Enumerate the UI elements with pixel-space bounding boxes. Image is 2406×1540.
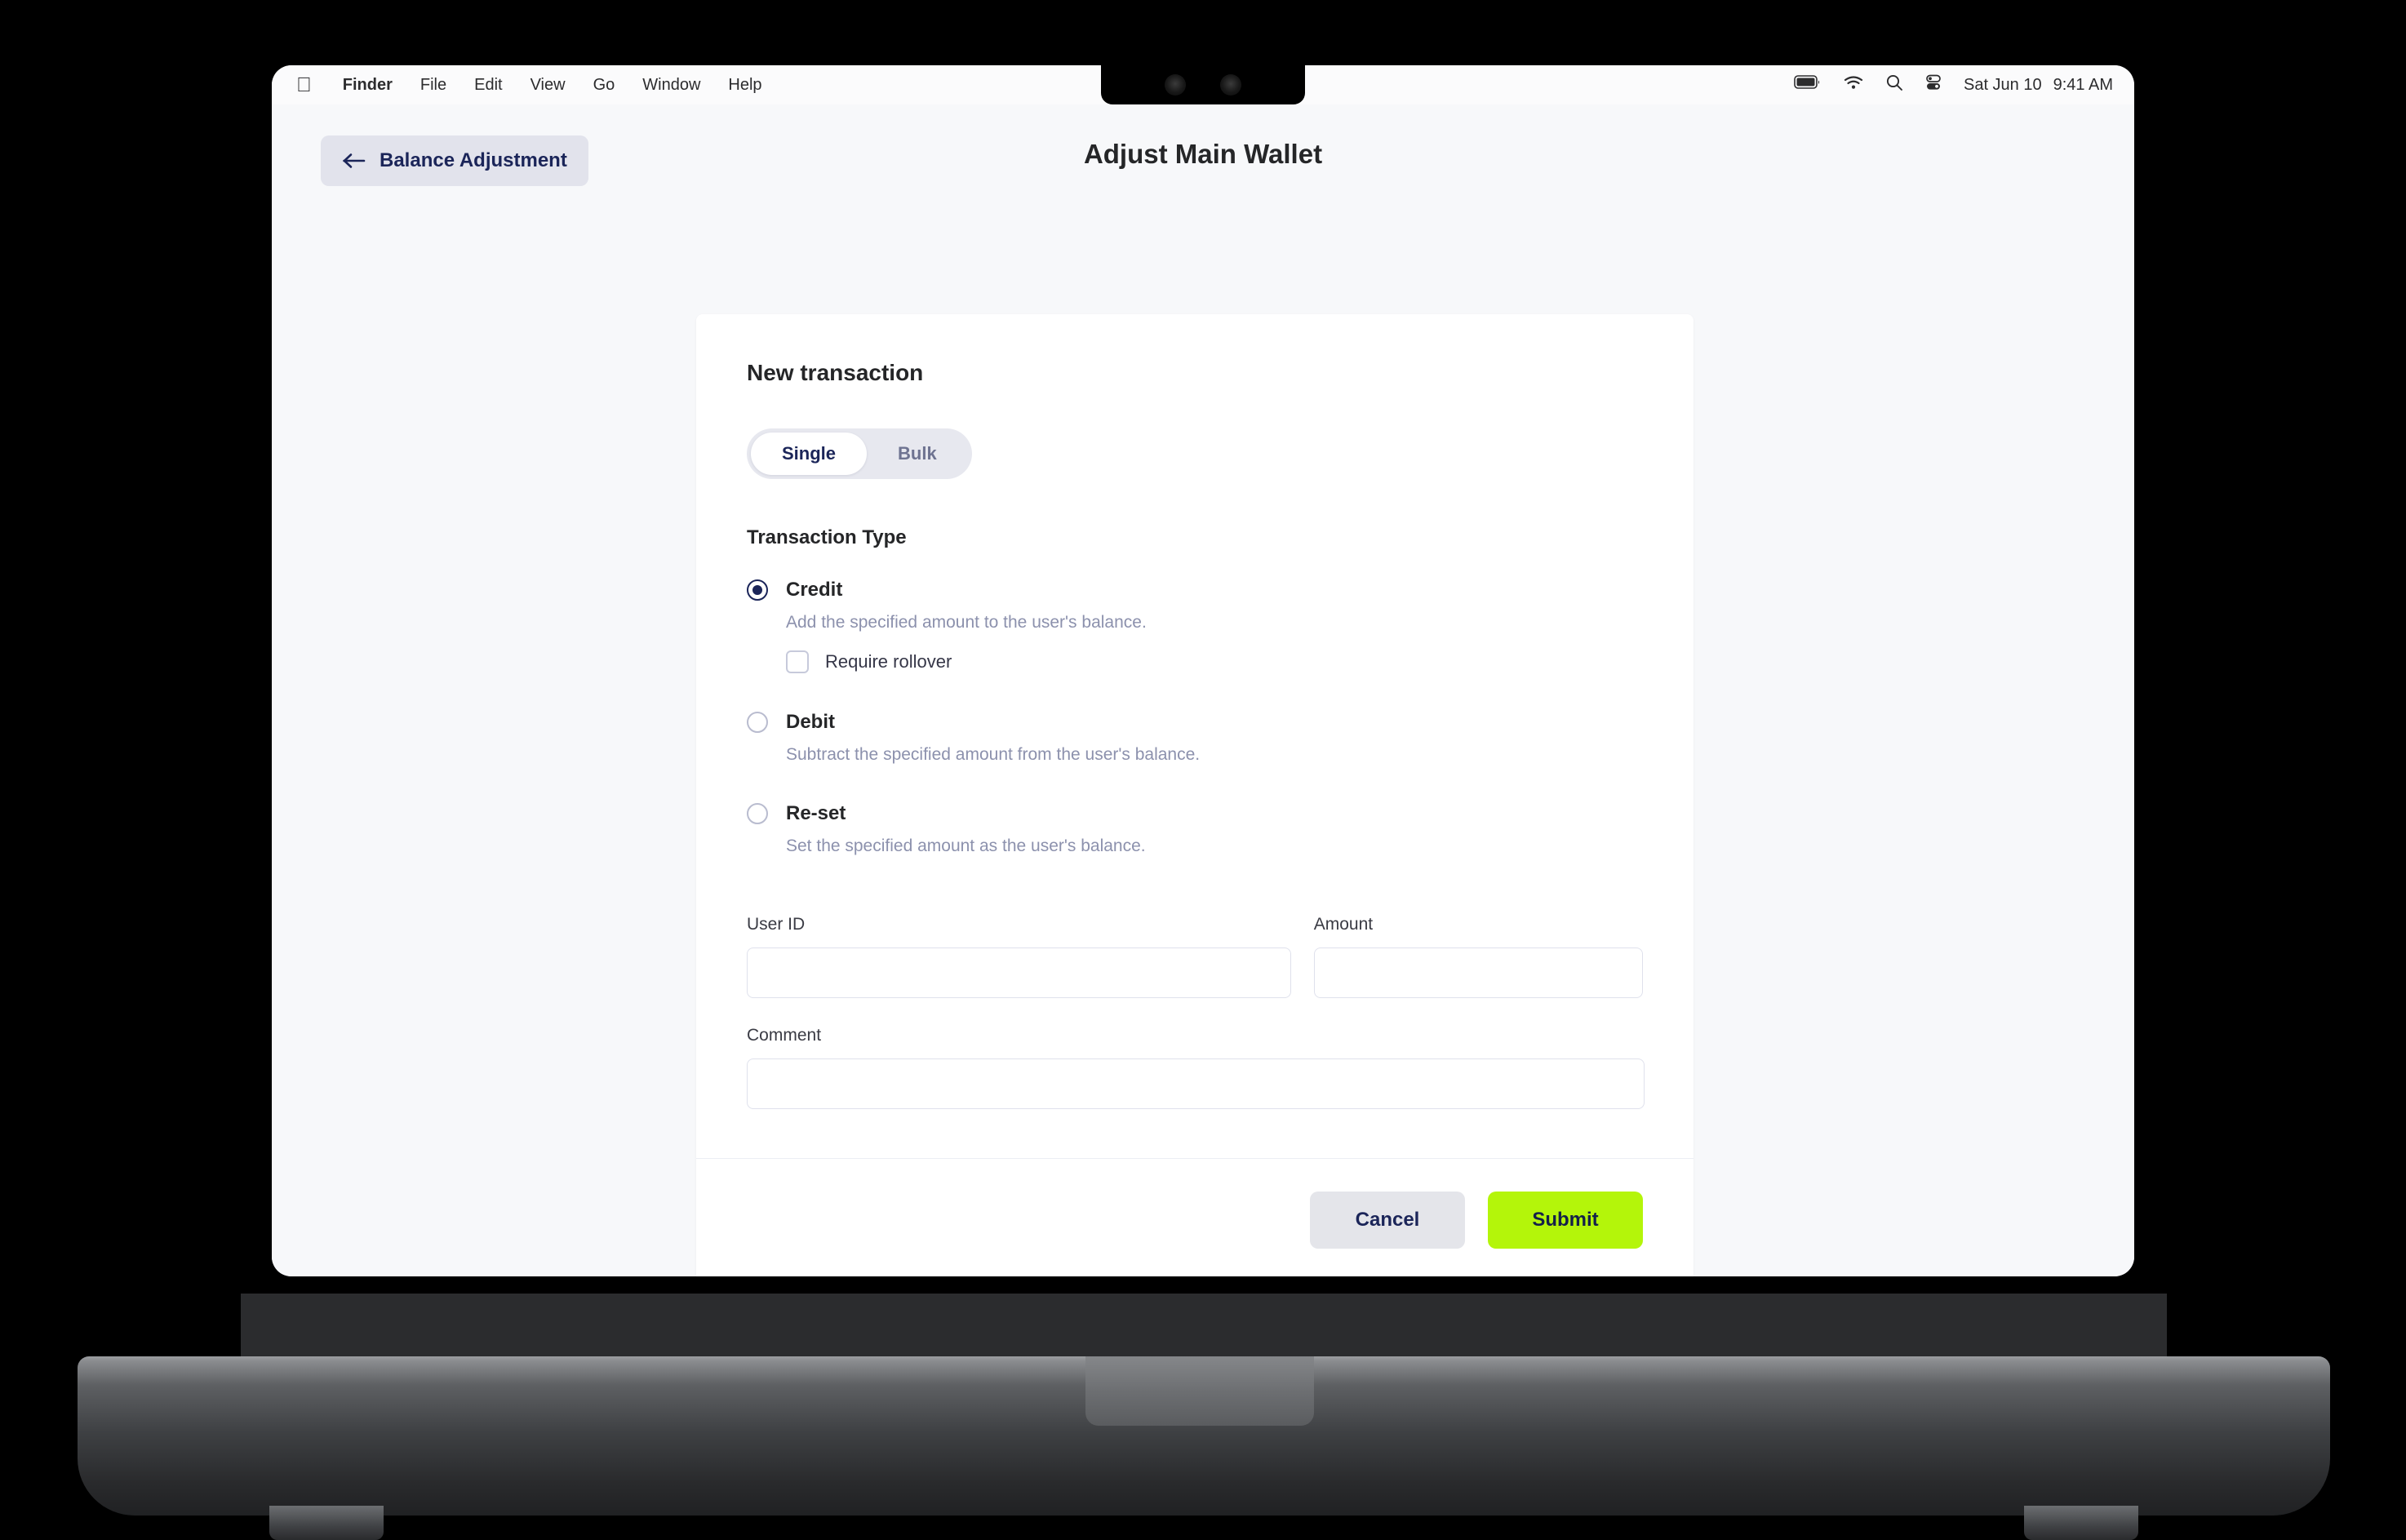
field-comment: Comment <box>747 1026 1645 1109</box>
sensor-icon <box>1220 74 1241 95</box>
new-transaction-card: New transaction Single Bulk Transaction … <box>696 314 1694 1276</box>
mode-segmented-control[interactable]: Single Bulk <box>747 428 972 479</box>
search-icon[interactable] <box>1885 73 1903 96</box>
menu-item-edit[interactable]: Edit <box>474 76 502 95</box>
radio-label-reset: Re-set <box>786 802 846 824</box>
field-amount: Amount <box>1313 915 1643 998</box>
radio-option-reset[interactable]: Re-set Set the specified amount as the u… <box>747 802 1643 856</box>
menu-item-file[interactable]: File <box>420 76 446 95</box>
tab-single[interactable]: Single <box>751 433 868 475</box>
comment-label: Comment <box>747 1026 822 1045</box>
radio-label-debit: Debit <box>786 711 835 733</box>
menu-item-view[interactable]: View <box>530 76 566 95</box>
apple-logo-icon[interactable]:  <box>296 74 312 95</box>
user-id-input[interactable] <box>747 948 1291 998</box>
require-rollover-label: Require rollover <box>825 651 952 672</box>
card-title: New transaction <box>747 360 924 385</box>
submit-button[interactable]: Submit <box>1488 1192 1643 1249</box>
user-id-label: User ID <box>747 915 806 934</box>
laptop-foot-right <box>2024 1506 2138 1540</box>
laptop-display:  Finder File Edit View Go Window Help <box>272 65 2134 1276</box>
laptop-camera-notch <box>1101 65 1305 104</box>
radio-row-credit[interactable]: Credit <box>747 579 1643 601</box>
laptop-foot-left <box>269 1506 384 1540</box>
wifi-icon[interactable] <box>1843 74 1864 95</box>
laptop-mockup:  Finder File Edit View Go Window Help <box>0 0 2406 1540</box>
radio-credit[interactable] <box>747 579 768 601</box>
card-body: New transaction Single Bulk Transaction … <box>696 314 1694 1158</box>
transaction-type-label: Transaction Type <box>747 526 907 548</box>
menu-bar-date: Sat Jun 10 <box>1963 75 2042 94</box>
page-title: Adjust Main Wallet <box>1083 139 1323 169</box>
comment-input[interactable] <box>747 1058 1645 1109</box>
radio-row-debit[interactable]: Debit <box>747 711 1643 734</box>
menu-item-finder[interactable]: Finder <box>343 76 393 95</box>
radio-description-reset: Set the specified amount as the user's b… <box>786 837 1146 855</box>
camera-icon <box>1165 74 1186 95</box>
require-rollover-checkbox-row[interactable]: Require rollover <box>786 650 1643 673</box>
radio-reset[interactable] <box>747 803 768 824</box>
control-center-icon[interactable] <box>1924 73 1942 96</box>
fields-area: User ID Amount Comment <box>747 915 1645 1109</box>
amount-label: Amount <box>1313 915 1374 934</box>
radio-debit[interactable] <box>747 712 768 733</box>
card-footer: Cancel Submit <box>696 1158 1694 1276</box>
menu-bar-left-group:  Finder File Edit View Go Window Help <box>296 74 762 95</box>
page-header: Balance Adjustment Adjust Main Wallet <box>272 104 2134 211</box>
fields-row: User ID Amount <box>747 915 1643 998</box>
transaction-type-radio-group: Credit Add the specified amount to the u… <box>747 579 1643 856</box>
battery-icon[interactable] <box>1794 74 1822 95</box>
menu-bar-time: 9:41 AM <box>2053 75 2113 94</box>
radio-description-debit: Subtract the specified amount from the u… <box>786 745 1201 764</box>
radio-row-reset[interactable]: Re-set <box>747 802 1643 825</box>
laptop-base-notch <box>1085 1356 1314 1426</box>
menu-item-window[interactable]: Window <box>642 76 700 95</box>
radio-option-debit[interactable]: Debit Subtract the specified amount from… <box>747 711 1643 765</box>
radio-description-credit: Add the specified amount to the user's b… <box>786 613 1147 632</box>
tab-bulk[interactable]: Bulk <box>867 433 968 475</box>
menu-item-help[interactable]: Help <box>728 76 761 95</box>
app-page: Balance Adjustment Adjust Main Wallet Ne… <box>272 104 2134 1276</box>
radio-label-credit: Credit <box>786 579 843 601</box>
cancel-button[interactable]: Cancel <box>1310 1192 1465 1249</box>
menu-bar-clock[interactable]: Sat Jun 10 9:41 AM <box>1964 76 2113 95</box>
amount-input[interactable] <box>1313 948 1643 998</box>
menu-bar-status-group: Sat Jun 10 9:41 AM <box>1794 73 2113 96</box>
require-rollover-checkbox[interactable] <box>786 650 809 673</box>
radio-option-credit[interactable]: Credit Add the specified amount to the u… <box>747 579 1643 673</box>
menu-item-go[interactable]: Go <box>593 76 615 95</box>
field-user-id: User ID <box>747 915 1291 998</box>
